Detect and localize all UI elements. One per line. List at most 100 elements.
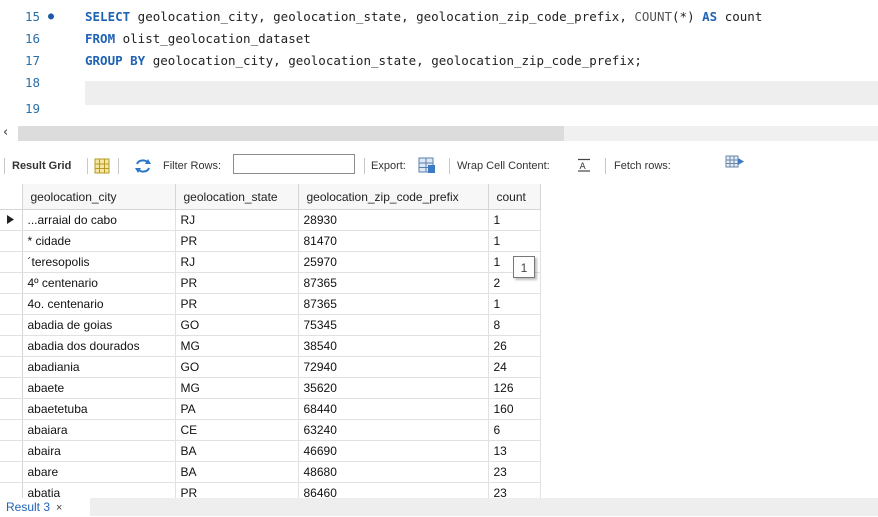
row-gutter[interactable] — [0, 335, 23, 357]
table-row[interactable]: abare BA 48680 23 — [0, 461, 541, 483]
row-gutter[interactable] — [0, 293, 23, 315]
table-cell[interactable]: abaete — [22, 377, 176, 399]
export-icon[interactable] — [417, 155, 437, 178]
table-cell[interactable]: GO — [175, 314, 299, 336]
row-gutter[interactable] — [0, 398, 23, 420]
row-gutter[interactable] — [0, 314, 23, 336]
table-cell[interactable]: abaiara — [22, 419, 176, 441]
scroll-left-arrow-icon[interactable]: ‹ — [3, 125, 8, 140]
table-cell[interactable]: abadia de goias — [22, 314, 176, 336]
table-cell[interactable]: * cidade — [22, 230, 176, 252]
row-gutter[interactable] — [0, 440, 23, 462]
row-gutter[interactable] — [0, 419, 23, 441]
code-line[interactable]: 17 GROUP BY geolocation_city, geolocation… — [0, 50, 878, 72]
table-cell[interactable]: PR — [175, 482, 299, 498]
table-row[interactable]: abadiania GO 72940 24 — [0, 356, 541, 378]
table-row[interactable]: abaete MG 35620 126 — [0, 377, 541, 399]
table-cell[interactable]: ´teresopolis — [22, 251, 176, 273]
table-cell[interactable]: 38540 — [298, 335, 489, 357]
table-cell[interactable]: PR — [175, 230, 299, 252]
table-cell[interactable]: 13 — [488, 440, 541, 462]
table-cell[interactable]: 4º centenario — [22, 272, 176, 294]
table-cell[interactable]: 63240 — [298, 419, 489, 441]
row-gutter[interactable] — [0, 482, 23, 498]
table-cell[interactable]: 4o. centenario — [22, 293, 176, 315]
sql-editor[interactable]: 15 ● SELECT geolocation_city, geolocation_… — [0, 0, 878, 126]
table-cell[interactable]: abadiania — [22, 356, 176, 378]
row-gutter[interactable] — [0, 272, 23, 294]
table-cell[interactable]: 87365 — [298, 293, 489, 315]
table-row[interactable]: * cidade PR 81470 1 — [0, 230, 541, 252]
row-gutter-header[interactable] — [0, 184, 23, 210]
table-cell[interactable]: 46690 — [298, 440, 489, 462]
wrap-text-icon[interactable]: A — [577, 158, 591, 175]
table-cell[interactable]: abaetetuba — [22, 398, 176, 420]
table-cell[interactable]: RJ — [175, 251, 299, 273]
table-cell[interactable]: 23 — [488, 461, 541, 483]
result-grid[interactable]: geolocation_city geolocation_state geolo… — [0, 184, 556, 498]
scrollbar-track[interactable] — [564, 126, 878, 141]
column-header[interactable]: geolocation_state — [175, 184, 299, 210]
table-cell[interactable]: 23 — [488, 482, 541, 498]
row-gutter[interactable] — [0, 230, 23, 252]
table-cell[interactable]: 6 — [488, 419, 541, 441]
table-row[interactable]: abaiara CE 63240 6 — [0, 419, 541, 441]
code-line[interactable]: 18 — [0, 72, 878, 94]
tab-result-3[interactable]: Result 3 × — [0, 498, 90, 516]
table-cell[interactable]: PR — [175, 293, 299, 315]
column-header[interactable]: count — [488, 184, 541, 210]
table-row[interactable]: ...arraial do cabo RJ 28930 1 — [0, 209, 541, 231]
row-gutter[interactable] — [0, 461, 23, 483]
current-row-arrow-icon[interactable] — [0, 209, 23, 231]
table-row[interactable]: abadia dos dourados MG 38540 26 — [0, 335, 541, 357]
table-row[interactable]: abaetetuba PA 68440 160 — [0, 398, 541, 420]
table-cell[interactable]: 68440 — [298, 398, 489, 420]
table-cell[interactable]: CE — [175, 419, 299, 441]
table-row[interactable]: 4º centenario PR 87365 2 — [0, 272, 541, 294]
table-row[interactable]: abaira BA 46690 13 — [0, 440, 541, 462]
table-cell[interactable]: 87365 — [298, 272, 489, 294]
column-header[interactable]: geolocation_city — [22, 184, 176, 210]
table-cell[interactable]: RJ — [175, 209, 299, 231]
table-cell[interactable]: 8 — [488, 314, 541, 336]
row-gutter[interactable] — [0, 356, 23, 378]
grid-layout-icon[interactable] — [94, 158, 110, 177]
row-gutter[interactable] — [0, 377, 23, 399]
table-cell[interactable]: 1 — [488, 230, 541, 252]
table-row[interactable]: ´teresopolis RJ 25970 1 — [0, 251, 541, 273]
table-cell[interactable]: 25970 — [298, 251, 489, 273]
table-cell[interactable]: 126 — [488, 377, 541, 399]
result-grid-button[interactable]: Result Grid — [12, 160, 71, 172]
table-cell[interactable]: GO — [175, 356, 299, 378]
column-header[interactable]: geolocation_zip_code_prefix — [298, 184, 489, 210]
code-line[interactable]: 19 — [0, 98, 878, 120]
filter-rows-input[interactable] — [233, 154, 355, 174]
table-row[interactable]: 4o. centenario PR 87365 1 — [0, 293, 541, 315]
table-cell[interactable]: 1 — [488, 209, 541, 231]
table-cell[interactable]: abatia — [22, 482, 176, 498]
table-cell[interactable]: 28930 — [298, 209, 489, 231]
table-row[interactable]: abadia de goias GO 75345 8 — [0, 314, 541, 336]
table-cell[interactable]: 75345 — [298, 314, 489, 336]
code-line[interactable]: 16 FROM olist_geolocation_dataset — [0, 28, 878, 50]
table-cell[interactable]: MG — [175, 377, 299, 399]
code-line[interactable]: 15 ● SELECT geolocation_city, geolocation_… — [0, 6, 878, 28]
table-cell[interactable]: BA — [175, 461, 299, 483]
table-cell[interactable]: PA — [175, 398, 299, 420]
table-cell[interactable]: 35620 — [298, 377, 489, 399]
editor-horizontal-scrollbar[interactable]: ‹ — [0, 125, 878, 143]
table-cell[interactable]: 160 — [488, 398, 541, 420]
table-cell[interactable]: PR — [175, 272, 299, 294]
table-cell[interactable]: 1 — [488, 293, 541, 315]
row-gutter[interactable] — [0, 251, 23, 273]
table-cell[interactable]: abare — [22, 461, 176, 483]
refresh-icon[interactable] — [134, 158, 152, 177]
table-cell[interactable]: 81470 — [298, 230, 489, 252]
table-cell[interactable]: MG — [175, 335, 299, 357]
table-cell[interactable]: 26 — [488, 335, 541, 357]
table-cell[interactable]: 24 — [488, 356, 541, 378]
table-cell[interactable]: 48680 — [298, 461, 489, 483]
table-row[interactable]: abatia PR 86460 23 — [0, 482, 541, 498]
table-cell[interactable]: ...arraial do cabo — [22, 209, 176, 231]
table-cell[interactable]: 72940 — [298, 356, 489, 378]
